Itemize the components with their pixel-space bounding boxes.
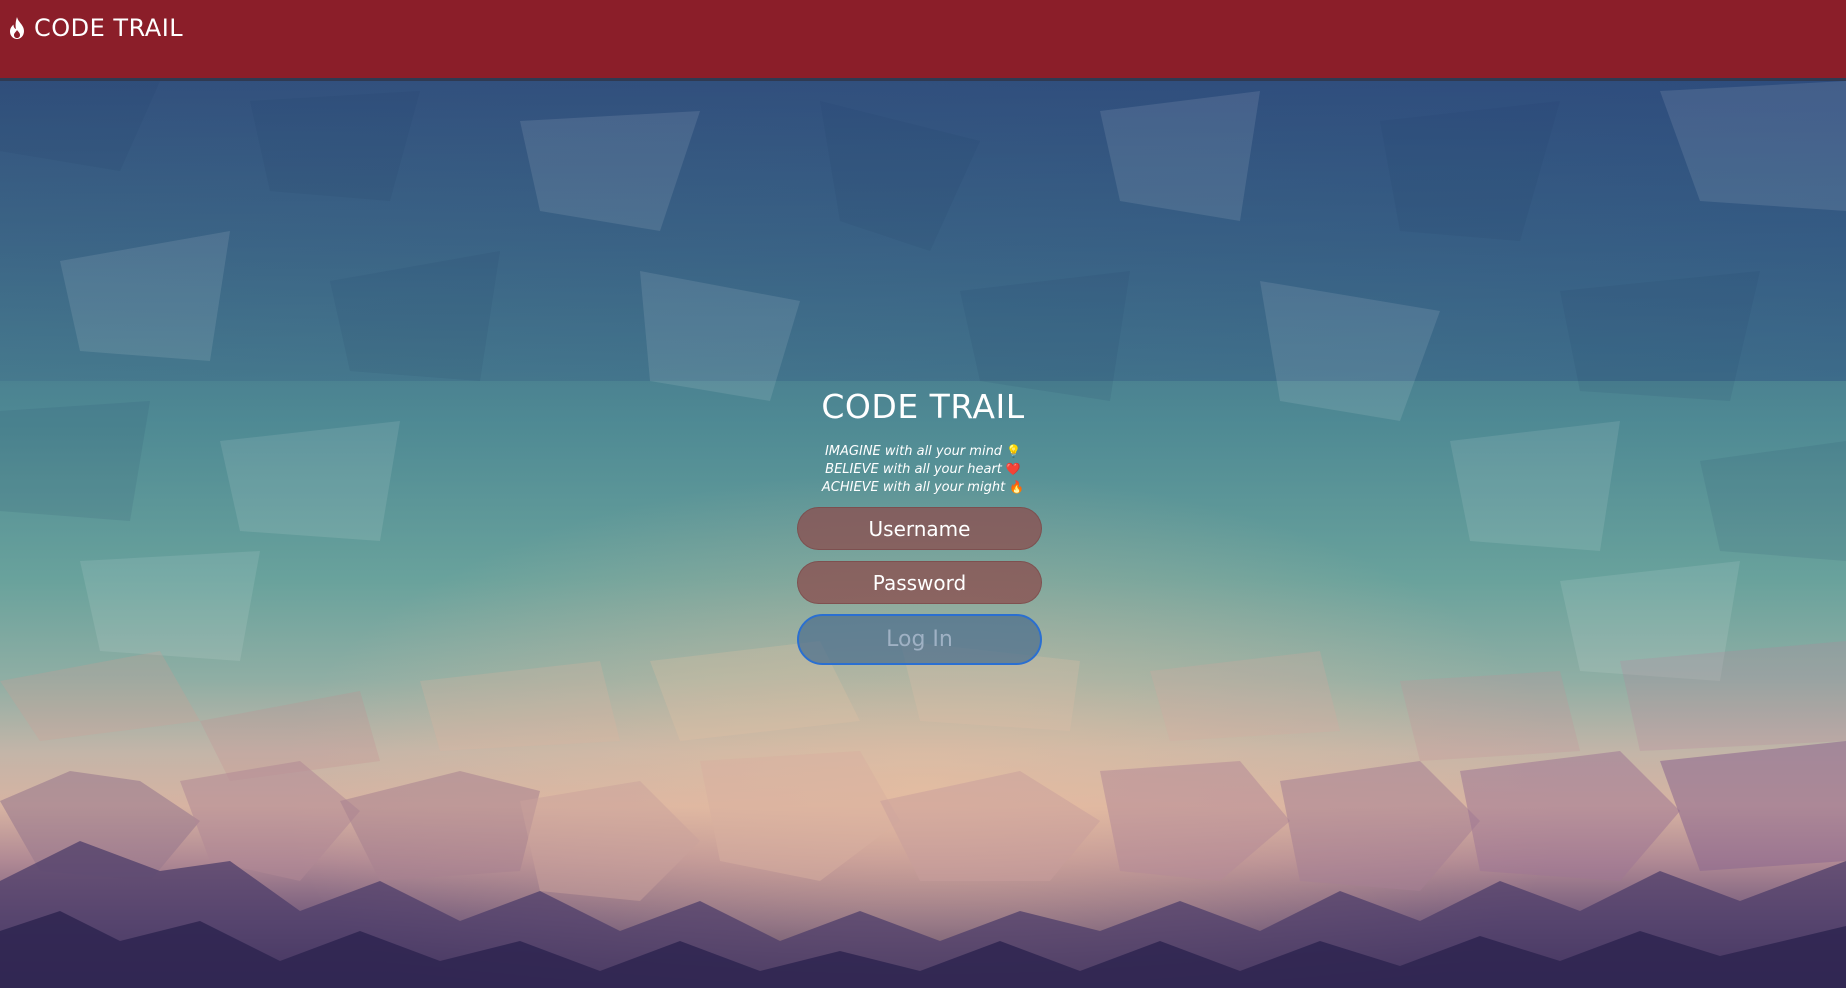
heart-icon: ❤️ [1005, 462, 1021, 476]
flame-icon [8, 16, 26, 40]
top-navbar: CODE TRAIL [0, 0, 1846, 81]
username-input[interactable] [797, 507, 1042, 550]
motto-text: ACHIEVE with all your might [821, 480, 1006, 495]
motto-line-imagine: IMAGINE with all your mind 💡 [0, 442, 1846, 461]
brand-label: CODE TRAIL [34, 14, 184, 42]
motto-line-achieve: ACHIEVE with all your might 🔥 [0, 478, 1846, 497]
lightbulb-icon: 💡 [1006, 444, 1022, 458]
fire-icon: 🔥 [1009, 480, 1025, 494]
motto-text: IMAGINE with all your mind [824, 444, 1003, 459]
login-title: CODE TRAIL [821, 387, 1025, 426]
password-input[interactable] [797, 561, 1042, 604]
motto-line-believe: BELIEVE with all your heart ❤️ [0, 460, 1846, 479]
brand-link[interactable]: CODE TRAIL [8, 14, 183, 42]
login-button[interactable]: Log In [797, 614, 1042, 665]
motto-text: BELIEVE with all your heart [825, 462, 1002, 477]
